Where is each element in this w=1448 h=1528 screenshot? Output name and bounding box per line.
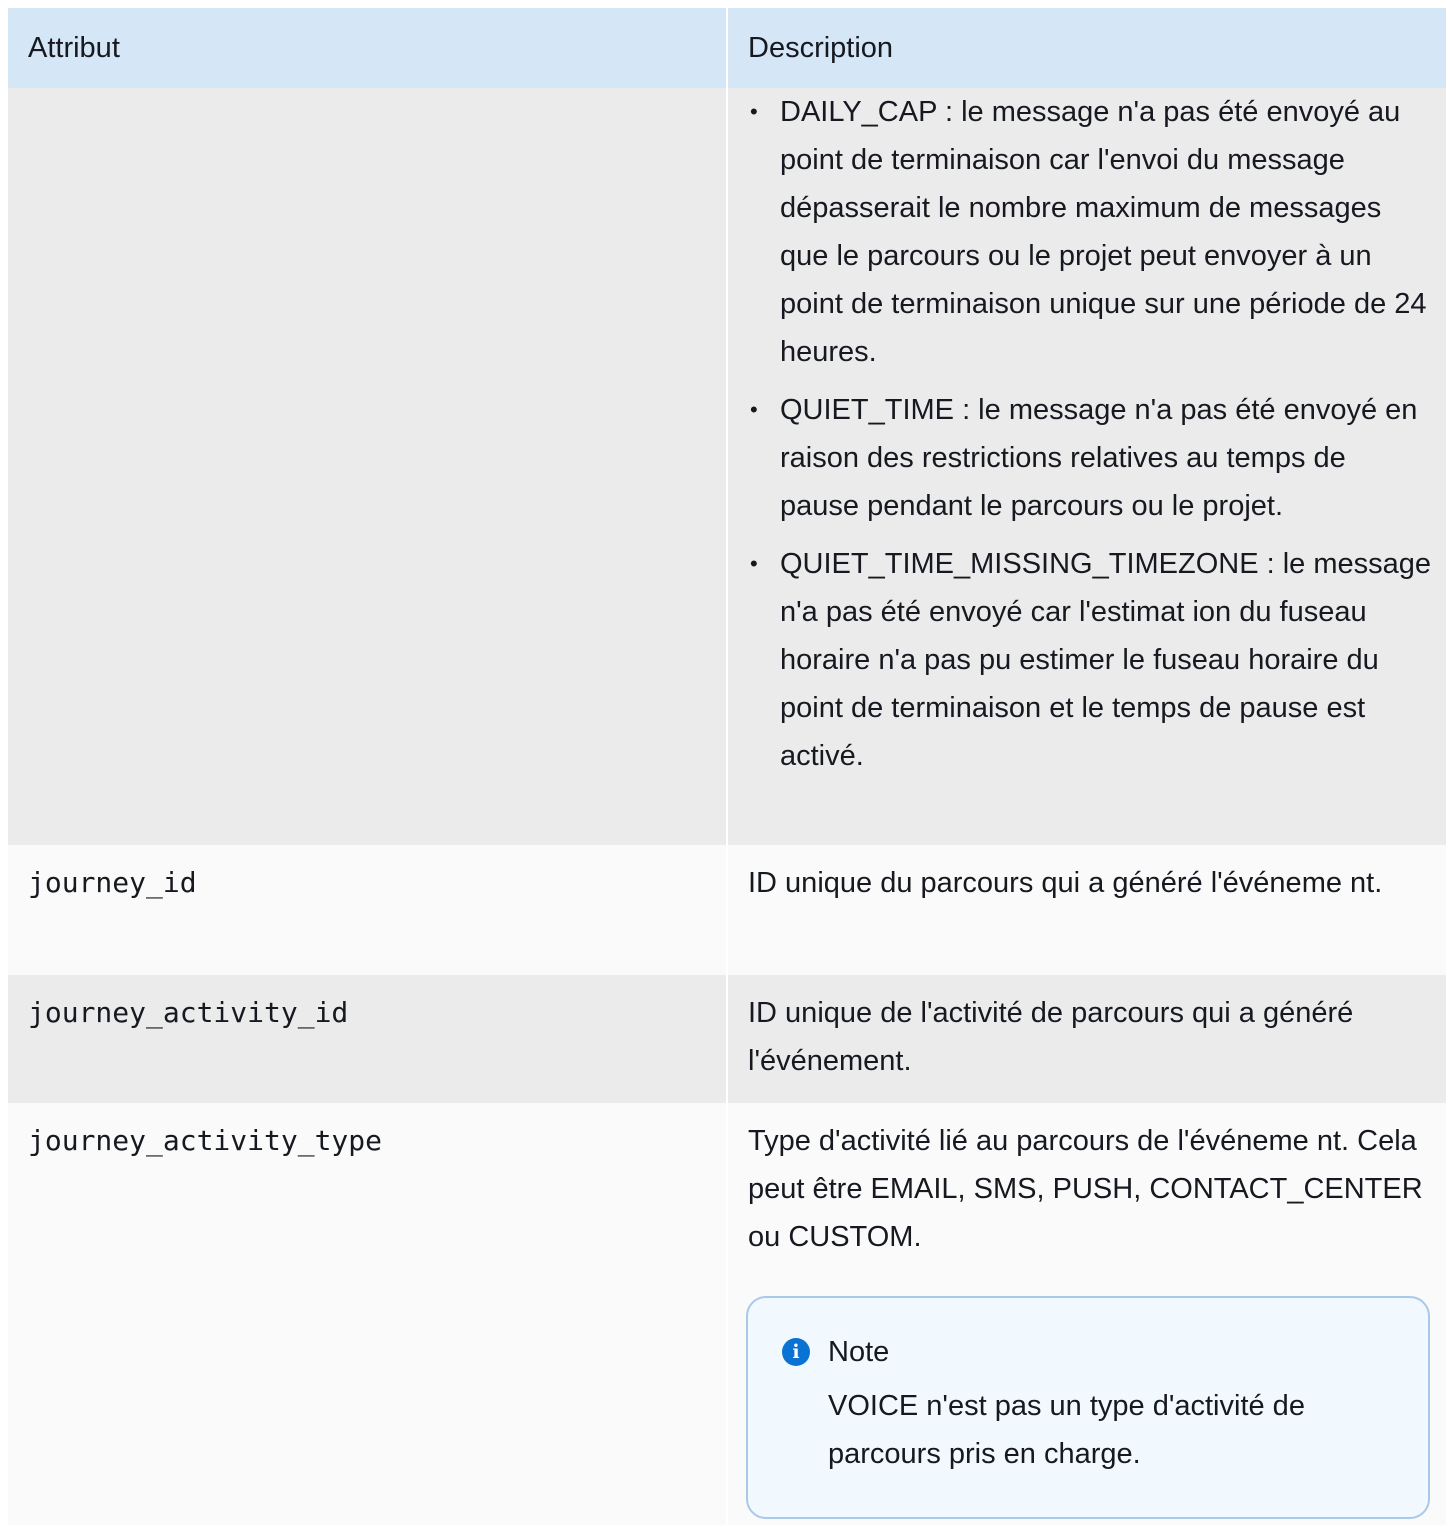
reason-list: • DAILY_CAP : le message n'a pas été envo… (728, 88, 1432, 780)
description-cell: Type d'activité lié au parcours de l'évé… (728, 1103, 1446, 1525)
table-row: journey_activity_id ID unique de l'activ… (8, 975, 1446, 1103)
attribute-name: journey_activity_type (8, 1103, 726, 1525)
list-item-text: QUIET_TIME : le message n'a pas été envo… (780, 394, 1418, 522)
description-cell: • DAILY_CAP : le message n'a pas été envo… (728, 88, 1446, 845)
list-item: • QUIET_TIME : le message n'a pas été env… (728, 386, 1432, 530)
bullet-icon: • (750, 397, 758, 422)
note-title: Note (828, 1336, 890, 1368)
note-box: i Note VOICE n'est pas un type d'activit… (746, 1296, 1430, 1519)
info-icon: i (782, 1338, 810, 1366)
header-attribute: Attribut (8, 8, 726, 88)
table-row: • DAILY_CAP : le message n'a pas été envo… (8, 88, 1446, 845)
attribute-cell-empty (8, 88, 726, 845)
list-item: • DAILY_CAP : le message n'a pas été envo… (728, 88, 1432, 376)
bullet-icon: • (750, 99, 758, 124)
attributes-table: Attribut Description • DAILY_CAP : le mes… (8, 8, 1446, 1525)
table-header: Attribut Description (8, 8, 1446, 88)
bullet-icon: • (750, 551, 758, 576)
list-item: • QUIET_TIME_MISSING_TIMEZONE : le messag… (728, 540, 1432, 780)
attribute-name: journey_activity_id (8, 975, 726, 1103)
attribute-description: ID unique du parcours qui a généré l'évé… (728, 845, 1446, 975)
table-row: journey_id ID unique du parcours qui a g… (8, 845, 1446, 975)
note-text: VOICE n'est pas un type d'activité de pa… (828, 1390, 1305, 1470)
attribute-name: journey_id (8, 845, 726, 975)
table-row: journey_activity_type Type d'activité li… (8, 1103, 1446, 1525)
list-item-text: DAILY_CAP : le message n'a pas été envoy… (780, 96, 1427, 368)
attribute-description: ID unique de l'activité de parcours qui … (728, 975, 1446, 1103)
note-header: i Note (782, 1332, 1398, 1372)
list-item-text: QUIET_TIME_MISSING_TIMEZONE : le message… (780, 548, 1432, 772)
attribute-description: Type d'activité lié au parcours de l'évé… (748, 1125, 1423, 1253)
header-description: Description (728, 8, 1446, 88)
